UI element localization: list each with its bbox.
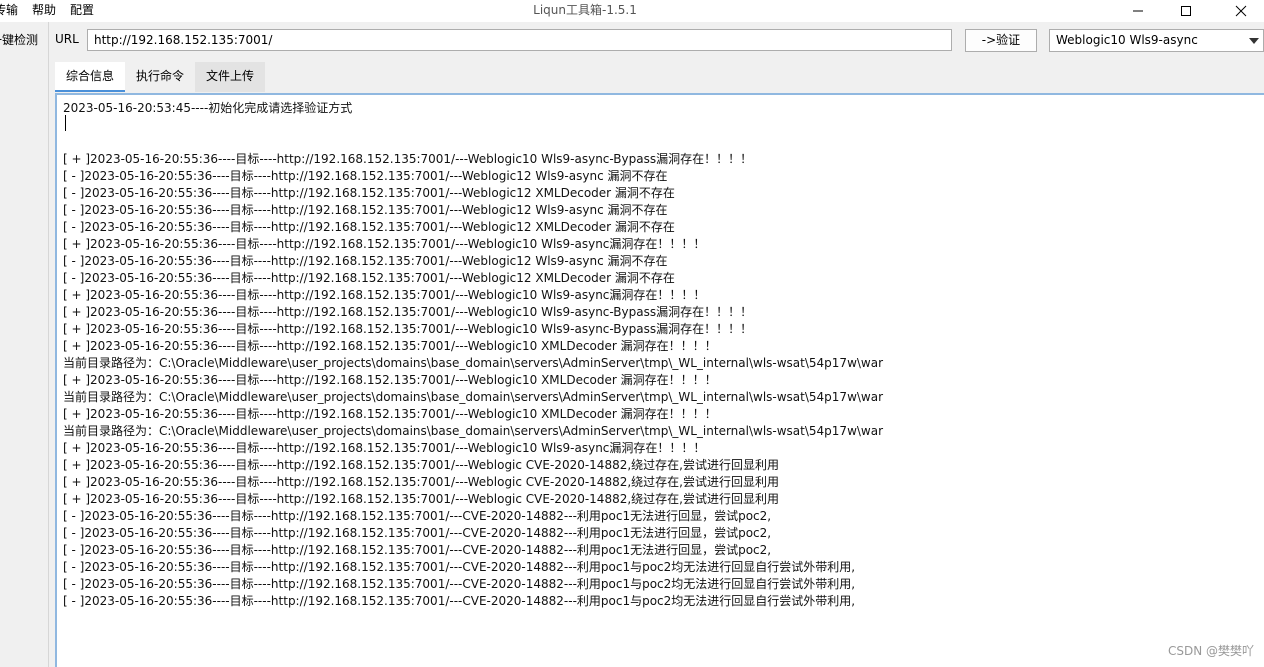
log-line: [ - ]2023-05-16-20:55:36----目标----http:/…: [63, 543, 772, 557]
menu-config[interactable]: 配置: [63, 0, 101, 22]
log-line: [ + ]2023-05-16-20:55:36----目标----http:/…: [63, 305, 753, 319]
log-line: [ - ]2023-05-16-20:55:36----目标----http:/…: [63, 509, 772, 523]
log-line: [ - ]2023-05-16-20:55:36----目标----http:/…: [63, 526, 772, 540]
log-line: [ + ]2023-05-16-20:55:36----目标----http:/…: [63, 441, 706, 455]
log-line: [ - ]2023-05-16-20:55:36----目标----http:/…: [63, 203, 668, 217]
verify-button[interactable]: ->验证: [965, 29, 1037, 52]
tab-overview[interactable]: 综合信息: [55, 62, 126, 92]
close-button[interactable]: [1218, 0, 1264, 22]
log-line: [ + ]2023-05-16-20:55:36----目标----http:/…: [63, 152, 753, 166]
log-lines: 2023-05-16-20:53:45----初始化完成请选择验证方式 [ + ]…: [63, 100, 1253, 610]
menu-help[interactable]: 帮助: [25, 0, 63, 22]
log-line: [ - ]2023-05-16-20:55:36----目标----http:/…: [63, 254, 668, 268]
log-line: 当前目录路径为：C:\Oracle\Middleware\user_projec…: [63, 390, 884, 404]
tab-one-click-detect[interactable]: 一键检测: [0, 30, 50, 50]
log-line: [ - ]2023-05-16-20:55:36----目标----http:/…: [63, 220, 675, 234]
log-line: [ + ]2023-05-16-20:55:36----目标----http:/…: [63, 407, 717, 421]
log-line: [ - ]2023-05-16-20:55:36----目标----http:/…: [63, 560, 856, 574]
chevron-down-icon: [1249, 38, 1259, 44]
log-line: [ + ]2023-05-16-20:55:36----目标----http:/…: [63, 322, 753, 336]
log-line: [ + ]2023-05-16-20:55:36----目标----http:/…: [63, 237, 706, 251]
log-line: [ - ]2023-05-16-20:55:36----目标----http:/…: [63, 169, 668, 183]
close-icon: [1235, 5, 1247, 17]
menu-transfer[interactable]: 传输: [0, 0, 25, 22]
log-line: [ + ]2023-05-16-20:55:36----目标----http:/…: [63, 492, 779, 506]
log-line: [ - ]2023-05-16-20:55:36----目标----http:/…: [63, 577, 856, 591]
log-line: [ + ]2023-05-16-20:55:36----目标----http:/…: [63, 339, 717, 353]
watermark: CSDN @樊樊吖: [1167, 644, 1254, 658]
url-label: URL: [55, 32, 79, 46]
log-line: [ + ]2023-05-16-20:55:36----目标----http:/…: [63, 475, 779, 489]
log-line: [ - ]2023-05-16-20:55:36----目标----http:/…: [63, 271, 675, 285]
tab-exec-command[interactable]: 执行命令: [125, 62, 196, 92]
maximize-button[interactable]: [1163, 0, 1209, 22]
log-line: [ - ]2023-05-16-20:55:36----目标----http:/…: [63, 594, 856, 608]
log-line: 当前目录路径为：C:\Oracle\Middleware\user_projec…: [63, 424, 884, 438]
minimize-button[interactable]: [1115, 0, 1161, 22]
exploit-select-value: Weblogic10 Wls9-async: [1056, 33, 1198, 47]
maximize-icon: [1181, 6, 1191, 16]
text-caret: [65, 115, 66, 131]
log-line: [ + ]2023-05-16-20:55:36----目标----http:/…: [63, 458, 779, 472]
log-line: 2023-05-16-20:53:45----初始化完成请选择验证方式: [63, 101, 353, 115]
window-title: Liqun工具箱-1.5.1: [533, 3, 637, 17]
log-output[interactable]: 2023-05-16-20:53:45----初始化完成请选择验证方式 [ + ]…: [55, 93, 1264, 667]
log-line: [ - ]2023-05-16-20:55:36----目标----http:/…: [63, 186, 675, 200]
log-line: [ + ]2023-05-16-20:55:36----目标----http:/…: [63, 373, 717, 387]
title-bar: 传输 帮助 配置 Liqun工具箱-1.5.1: [0, 0, 1264, 22]
url-input[interactable]: http://192.168.152.135:7001/: [87, 29, 952, 51]
log-line: 当前目录路径为：C:\Oracle\Middleware\user_projec…: [63, 356, 884, 370]
menu-bar: 传输 帮助 配置: [0, 0, 101, 22]
tab-file-upload[interactable]: 文件上传: [195, 62, 266, 92]
minimize-icon: [1133, 10, 1143, 12]
log-line: [ + ]2023-05-16-20:55:36----目标----http:/…: [63, 288, 706, 302]
exploit-select[interactable]: Weblogic10 Wls9-async: [1049, 29, 1264, 52]
main-tabs: 综合信息 执行命令 文件上传: [55, 62, 266, 92]
left-tab-strip: 一键检测: [0, 22, 49, 667]
app-window: 传输 帮助 配置 Liqun工具箱-1.5.1 一键检测 URL http://…: [0, 0, 1264, 667]
